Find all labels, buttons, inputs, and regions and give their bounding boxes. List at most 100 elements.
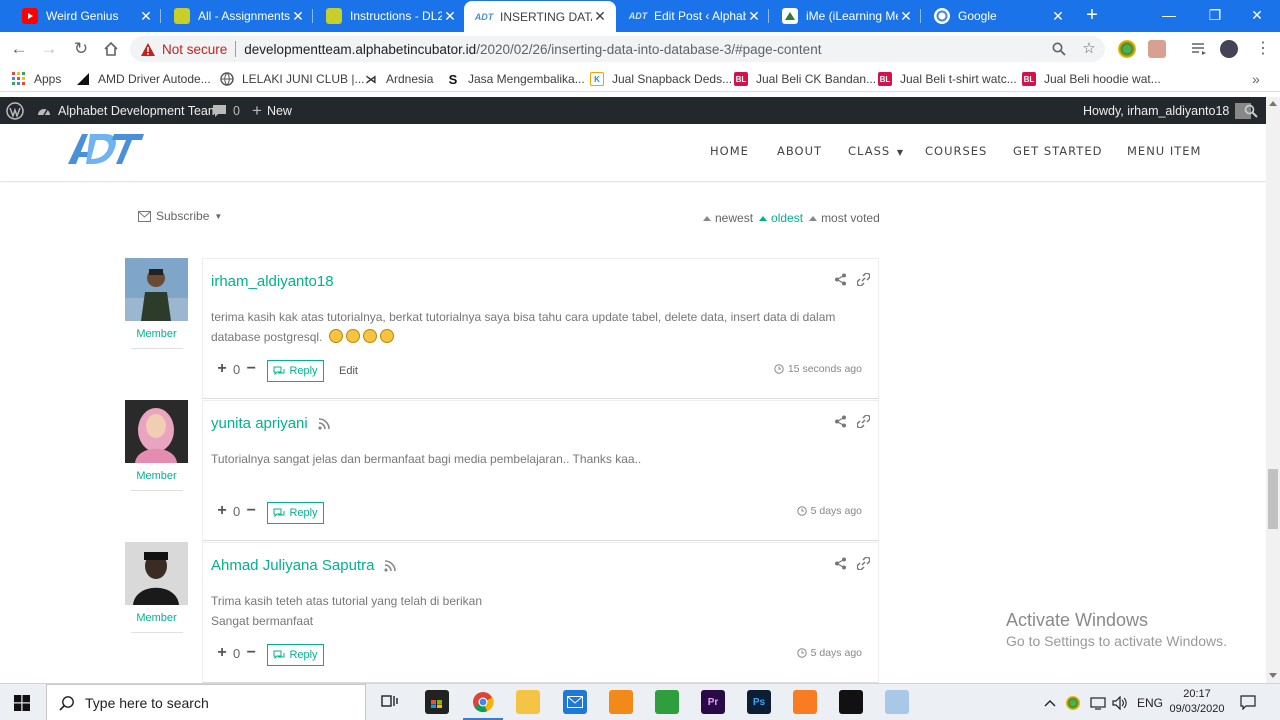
avatar[interactable]: [125, 542, 188, 605]
taskbar-clock[interactable]: 20:17 09/03/2020: [1168, 687, 1226, 717]
bookmark-amd-driver[interactable]: AMD Driver Autode...: [76, 70, 211, 88]
avatar[interactable]: [125, 400, 188, 463]
sort-most-voted[interactable]: most voted: [809, 211, 880, 225]
tab-edit-post[interactable]: ADT Edit Post ‹ Alphab ✕: [618, 0, 770, 32]
start-button[interactable]: [0, 684, 44, 720]
nav-get-started[interactable]: GET STARTED: [1013, 144, 1102, 158]
terminal-icon[interactable]: [839, 690, 863, 714]
bookmark-apps[interactable]: Apps: [12, 70, 61, 88]
photoshop-icon[interactable]: Ps: [747, 690, 771, 714]
mail-icon[interactable]: [563, 690, 587, 714]
upvote-plus-icon[interactable]: +: [215, 360, 229, 378]
share-icon[interactable]: [834, 273, 847, 286]
comment-author[interactable]: irham_aldiyanto18: [211, 273, 334, 290]
premiere-icon[interactable]: Pr: [701, 690, 725, 714]
volume-icon[interactable]: [1112, 684, 1128, 720]
page-scrollbar[interactable]: [1266, 97, 1280, 683]
bookmark-ardnesia[interactable]: ⋊ Ardnesia: [364, 70, 434, 88]
close-icon[interactable]: ✕: [592, 8, 608, 25]
edit-link[interactable]: Edit: [339, 365, 358, 377]
close-window-button[interactable]: ✕: [1234, 0, 1280, 32]
comment-author[interactable]: Ahmad Juliyana Saputra: [211, 557, 397, 574]
profile-avatar[interactable]: [1220, 40, 1238, 58]
rss-icon[interactable]: [318, 417, 330, 430]
wp-new[interactable]: + New: [252, 97, 292, 124]
reply-button[interactable]: Reply: [267, 360, 324, 382]
taskbar-search-box[interactable]: Type here to search: [46, 684, 366, 720]
close-icon[interactable]: ✕: [1050, 8, 1066, 25]
forward-button[interactable]: →: [38, 38, 60, 60]
bookmark-jasa[interactable]: S Jasa Mengembalika...: [446, 70, 585, 88]
chrome-icon[interactable]: [471, 690, 495, 714]
downvote-minus-icon[interactable]: −: [244, 360, 258, 378]
nav-menu-item[interactable]: MENU ITEM: [1127, 144, 1201, 158]
bookmark-snapback[interactable]: K Jual Snapback Deds...: [590, 70, 732, 88]
reload-button[interactable]: ↻: [70, 38, 92, 60]
store-icon[interactable]: [425, 690, 449, 714]
bookmark-lelaki-juni[interactable]: LELAKI JUNI CLUB |...: [220, 70, 365, 88]
sheets-icon[interactable]: [655, 690, 679, 714]
upvote-plus-icon[interactable]: +: [215, 644, 229, 662]
paint-icon[interactable]: [885, 690, 909, 714]
back-button[interactable]: ←: [8, 38, 30, 60]
minimize-button[interactable]: —: [1146, 0, 1192, 32]
reply-button[interactable]: Reply: [267, 502, 324, 524]
language-indicator[interactable]: ENG: [1137, 684, 1163, 720]
scroll-down-arrow-icon[interactable]: [1269, 673, 1277, 678]
link-icon[interactable]: [857, 557, 870, 570]
xampp-icon[interactable]: [793, 690, 817, 714]
pdf-extension-icon[interactable]: [1148, 40, 1166, 58]
bookmark-star-icon[interactable]: ☆: [1080, 40, 1098, 58]
tray-app-icon[interactable]: [1066, 684, 1080, 720]
reply-button[interactable]: Reply: [267, 644, 324, 666]
wp-site-name[interactable]: Alphabet Development Team: [36, 97, 218, 124]
close-icon[interactable]: ✕: [138, 8, 154, 25]
bookmark-tshirt[interactable]: BL Jual Beli t-shirt watc...: [878, 70, 1017, 88]
adt-logo[interactable]: [66, 132, 146, 166]
notifications-icon[interactable]: [1240, 684, 1256, 720]
downvote-minus-icon[interactable]: −: [244, 502, 258, 520]
close-icon[interactable]: ✕: [442, 8, 458, 25]
more-bookmarks-icon[interactable]: »: [1252, 70, 1260, 88]
avatar[interactable]: [125, 258, 188, 321]
restore-button[interactable]: ❐: [1192, 0, 1238, 32]
tab-google[interactable]: Google ✕: [922, 0, 1074, 32]
task-view-icon[interactable]: [378, 690, 402, 714]
tab-instructions[interactable]: Instructions - DL20 ✕: [314, 0, 466, 32]
scroll-up-arrow-icon[interactable]: [1269, 101, 1277, 106]
subscribe-dropdown[interactable]: Subscribe ▼: [138, 209, 222, 223]
bookmark-hoodie[interactable]: BL Jual Beli hoodie wat...: [1022, 70, 1161, 88]
bookmark-ck-bandung[interactable]: BL Jual Beli CK Bandan...: [734, 70, 876, 88]
rss-icon[interactable]: [384, 559, 397, 572]
close-icon[interactable]: ✕: [898, 8, 914, 25]
wordpress-logo-icon[interactable]: [6, 97, 24, 124]
tab-ime[interactable]: iMe (iLearning Me ✕: [770, 0, 922, 32]
comment-author[interactable]: yunita apriyani: [211, 415, 330, 432]
file-explorer-icon[interactable]: [516, 690, 540, 714]
link-icon[interactable]: [857, 415, 870, 428]
home-button[interactable]: [100, 38, 122, 60]
wp-account[interactable]: Howdy, irham_aldiyanto18: [1083, 97, 1252, 124]
new-tab-button[interactable]: +: [1080, 4, 1104, 28]
tab-weird-genius[interactable]: Weird Genius ✕: [10, 0, 162, 32]
tab-all-assignments[interactable]: All - Assignments ✕: [162, 0, 314, 32]
tab-inserting-data[interactable]: ADT INSERTING DATA I ✕: [464, 1, 616, 32]
sort-newest[interactable]: newest: [703, 211, 753, 225]
reading-list-icon[interactable]: [1190, 40, 1208, 58]
share-icon[interactable]: [834, 557, 847, 570]
menu-icon[interactable]: ⋮: [1254, 40, 1272, 58]
nav-courses[interactable]: COURSES: [925, 144, 987, 158]
tray-overflow-icon[interactable]: [1044, 684, 1056, 720]
scrollbar-thumb[interactable]: [1268, 469, 1278, 529]
share-icon[interactable]: [834, 415, 847, 428]
network-icon[interactable]: [1090, 684, 1106, 720]
security-label[interactable]: Not secure: [162, 42, 227, 57]
nav-home[interactable]: HOME: [710, 144, 749, 158]
link-icon[interactable]: [857, 273, 870, 286]
sublime-text-icon[interactable]: [609, 690, 633, 714]
nav-class[interactable]: CLASS ▼: [848, 144, 904, 158]
extension-icon[interactable]: [1118, 40, 1136, 58]
search-icon[interactable]: [1050, 40, 1068, 58]
close-icon[interactable]: ✕: [746, 8, 762, 25]
sort-oldest[interactable]: oldest: [759, 211, 803, 225]
